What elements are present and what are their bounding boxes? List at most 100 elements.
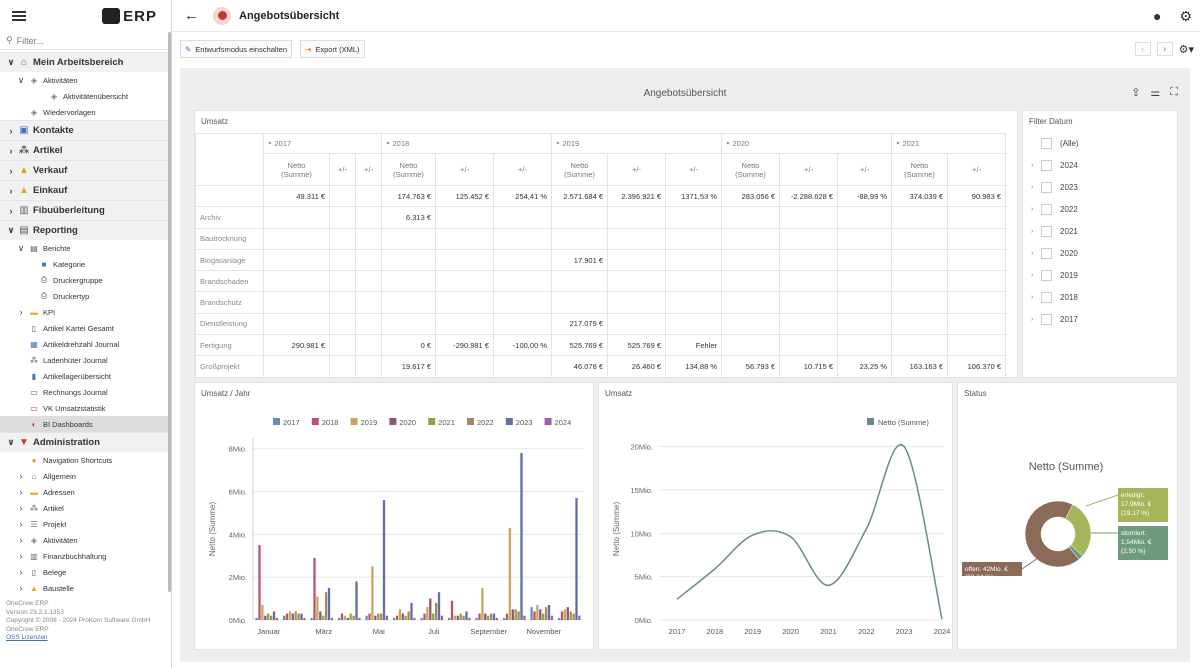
legend-label[interactable]: 2022 xyxy=(477,418,494,427)
bar[interactable] xyxy=(379,613,383,620)
data-point[interactable] xyxy=(865,528,868,531)
checkbox[interactable] xyxy=(1041,225,1052,237)
checkbox[interactable] xyxy=(1041,203,1052,215)
bar[interactable] xyxy=(508,527,512,620)
data-point[interactable] xyxy=(676,598,679,601)
bar[interactable] xyxy=(514,609,517,620)
bar[interactable] xyxy=(423,613,426,620)
chevron-right-icon[interactable]: › xyxy=(16,471,26,481)
chevron-right-icon[interactable]: › xyxy=(6,166,16,176)
bar[interactable] xyxy=(288,611,292,620)
bar[interactable] xyxy=(484,613,487,620)
bar[interactable] xyxy=(395,615,399,620)
bar[interactable] xyxy=(450,600,454,620)
pivot-year-header[interactable]: ‣ 2020 xyxy=(721,133,892,154)
bar[interactable] xyxy=(368,613,371,620)
settings-icon[interactable]: ⚙▾ xyxy=(1179,43,1194,56)
share-icon[interactable]: ⇪ xyxy=(1131,86,1140,99)
bar[interactable] xyxy=(346,617,349,620)
bar[interactable] xyxy=(267,613,270,620)
data-point[interactable] xyxy=(903,445,906,448)
legend-label[interactable]: 2019 xyxy=(361,418,378,427)
sidebar-item[interactable]: ▮ Artikellagerübersicht xyxy=(0,368,170,384)
data-point[interactable] xyxy=(713,567,716,570)
data-point[interactable] xyxy=(941,618,944,621)
bar[interactable] xyxy=(407,611,410,620)
chevron-right-icon[interactable]: › xyxy=(6,186,16,196)
sidebar-item[interactable]: › ▬ KPI xyxy=(0,304,170,320)
bar[interactable] xyxy=(544,607,548,620)
bar[interactable] xyxy=(495,617,499,620)
oss-licenses-link[interactable]: OSS Lizenzen xyxy=(6,634,48,641)
bar[interactable] xyxy=(371,566,374,620)
bar[interactable] xyxy=(456,615,459,620)
bar[interactable] xyxy=(300,613,303,620)
data-point[interactable] xyxy=(789,535,792,538)
bar[interactable] xyxy=(392,617,396,620)
sidebar-item[interactable]: ▯ Artikel Kartei Gesamt xyxy=(0,320,170,336)
bar[interactable] xyxy=(465,611,468,620)
bar[interactable] xyxy=(563,609,567,620)
bar[interactable] xyxy=(502,617,506,620)
bar[interactable] xyxy=(316,596,319,620)
sidebar-item[interactable]: › ▲ Verkauf xyxy=(0,160,170,180)
fullscreen-icon[interactable]: ⛶ xyxy=(1170,86,1178,99)
sidebar-item[interactable]: ▭ Rechnungs Journal xyxy=(0,384,170,400)
data-point[interactable] xyxy=(827,584,830,587)
bar[interactable] xyxy=(327,587,331,620)
bar[interactable] xyxy=(374,615,377,620)
checkbox[interactable] xyxy=(1041,137,1052,149)
previous-button[interactable]: ‹ xyxy=(1134,42,1151,56)
bar[interactable] xyxy=(398,609,402,620)
filter-item[interactable]: › 2021 xyxy=(1023,220,1177,242)
bar[interactable] xyxy=(447,617,451,620)
bar[interactable] xyxy=(401,613,404,620)
legend-label[interactable]: 2021 xyxy=(438,418,455,427)
legend-label[interactable]: Netto (Summe) xyxy=(878,418,929,427)
bar[interactable] xyxy=(437,592,441,620)
sidebar-item[interactable]: › ▣ Kontakte xyxy=(0,120,170,140)
sidebar-item[interactable]: ◐ BI Dashboards xyxy=(0,416,170,432)
sidebar-item[interactable]: › ▯ Belege xyxy=(0,564,170,580)
sidebar-item[interactable]: ● Navigation Shortcuts xyxy=(0,452,170,468)
bar[interactable] xyxy=(255,617,258,620)
back-arrow-icon[interactable]: ← xyxy=(184,7,199,24)
bar[interactable] xyxy=(517,611,520,620)
bar[interactable] xyxy=(291,613,294,620)
sliders-icon[interactable]: ⚌ xyxy=(1150,86,1160,99)
sidebar-item[interactable]: ∨ ⌂ Mein Arbeitsbereich xyxy=(0,52,170,72)
checkbox[interactable] xyxy=(1041,181,1052,193)
sidebar-item[interactable]: ◈ Aktivitätenübersicht xyxy=(0,88,170,104)
sidebar-item[interactable]: › ⁂ Artikel xyxy=(0,140,170,160)
bar[interactable] xyxy=(358,617,361,620)
series-line[interactable] xyxy=(676,443,943,620)
bar[interactable] xyxy=(349,613,352,620)
bar[interactable] xyxy=(550,615,554,620)
chevron-right-icon[interactable]: › xyxy=(1031,250,1041,257)
bar[interactable] xyxy=(261,605,264,620)
bar[interactable] xyxy=(404,615,407,620)
filter-item[interactable]: › 2017 xyxy=(1023,308,1177,330)
legend-label[interactable]: 2023 xyxy=(516,418,533,427)
bar[interactable] xyxy=(475,617,478,620)
chevron-down-icon[interactable]: ∨ xyxy=(6,225,16,236)
bar[interactable] xyxy=(365,615,368,620)
filter-item[interactable]: › 2023 xyxy=(1023,176,1177,198)
bar[interactable] xyxy=(489,613,493,620)
chevron-right-icon[interactable]: › xyxy=(6,146,16,156)
bar[interactable] xyxy=(572,613,575,620)
bar[interactable] xyxy=(468,617,471,620)
chevron-down-icon[interactable]: ∨ xyxy=(16,75,26,86)
bar[interactable] xyxy=(478,613,481,620)
bar[interactable] xyxy=(434,602,438,620)
chevron-right-icon[interactable]: › xyxy=(16,583,26,593)
legend-label[interactable]: 2018 xyxy=(322,418,339,427)
gear-icon[interactable]: ⚙ xyxy=(1179,8,1192,25)
pivot-year-header[interactable]: ‣ 2019 xyxy=(551,133,722,154)
sidebar-item[interactable]: › ⌂ Allgemein xyxy=(0,468,170,484)
bar[interactable] xyxy=(462,615,465,620)
chevron-down-icon[interactable]: ∨ xyxy=(6,57,16,68)
bar[interactable] xyxy=(547,605,551,620)
sidebar-item[interactable]: ∨ ▤ Berichte xyxy=(0,240,170,256)
legend-label[interactable]: 2020 xyxy=(399,418,416,427)
